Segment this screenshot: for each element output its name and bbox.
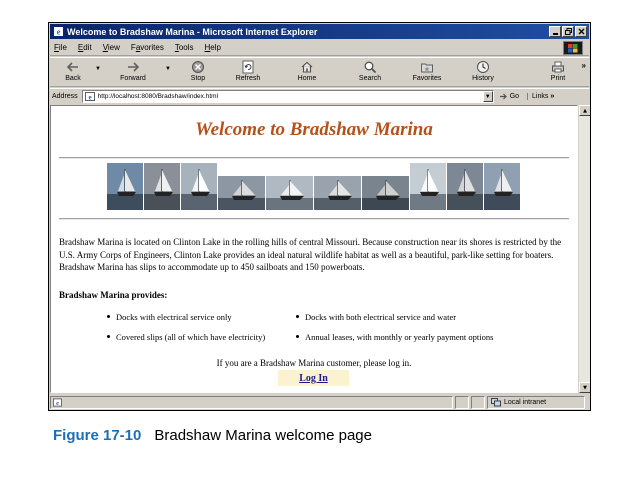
vertical-scrollbar[interactable]: ▲ ▼ [578, 105, 590, 393]
svg-text:e: e [88, 94, 91, 102]
address-url: http://localhost:8080/Bradshaw/index.htm… [97, 93, 219, 100]
scroll-down-icon[interactable]: ▼ [579, 382, 590, 393]
forward-dropdown-icon[interactable]: ▼ [165, 66, 171, 72]
svg-text:e: e [56, 400, 59, 407]
home-button[interactable]: Home [284, 58, 330, 87]
back-button[interactable]: Back ▼ [52, 58, 101, 87]
forward-arrow-icon [128, 62, 140, 72]
menu-favorites[interactable]: Favorites [131, 43, 164, 52]
menu-help[interactable]: Help [205, 43, 221, 52]
go-button[interactable]: Go [499, 92, 519, 101]
intro-paragraph: Bradshaw Marina is located on Clinton La… [59, 237, 562, 272]
features-left-list: Docks with electrical service only Cover… [107, 312, 265, 352]
back-arrow-icon [66, 62, 78, 72]
sailboat-photo [447, 163, 483, 210]
search-icon [364, 61, 377, 74]
print-icon [552, 61, 564, 73]
menu-view[interactable]: View [103, 43, 120, 52]
menu-file[interactable]: File [54, 43, 67, 52]
status-bar: e Local intranet [50, 394, 589, 410]
figure-text: Bradshaw Marina welcome page [154, 427, 372, 444]
links-button[interactable]: Links » [527, 93, 554, 100]
sailboat-photo [266, 176, 313, 210]
page-status-icon: e [53, 397, 62, 407]
restore-icon [564, 28, 572, 35]
sailboat-photo [484, 163, 520, 210]
sailboat-photo [218, 176, 265, 210]
status-main: e [50, 395, 453, 409]
close-icon [578, 28, 584, 35]
divider-bottom [59, 218, 569, 220]
page-content: Welcome to Bradshaw Marina Bradshaw Mari… [50, 105, 578, 393]
print-button[interactable]: Print [538, 58, 578, 87]
address-label: Address [52, 93, 78, 100]
standard-toolbar: Back ▼ Forward ▼ Stop Refresh Home Searc… [50, 57, 589, 87]
login-button[interactable]: Log In [278, 370, 349, 386]
stop-button[interactable]: Stop [179, 58, 217, 87]
intranet-icon [491, 397, 501, 406]
address-bar: Address e http://localhost:8080/Bradshaw… [50, 88, 589, 104]
status-cell [455, 395, 469, 409]
browser-window: e Welcome to Bradshaw Marina - Microsoft… [48, 22, 591, 411]
divider-top [59, 157, 569, 159]
provides-heading: Bradshaw Marina provides: [59, 290, 168, 300]
refresh-button[interactable]: Refresh [224, 58, 272, 87]
figure-number: Figure 17-10 [53, 427, 142, 444]
restore-button[interactable] [562, 26, 574, 37]
refresh-icon [242, 60, 254, 74]
sailboat-photo [181, 163, 217, 210]
svg-text:e: e [57, 28, 61, 37]
sailboat-photo [144, 163, 180, 210]
go-arrow-icon [499, 93, 507, 100]
address-dropdown-icon[interactable]: ▼ [482, 91, 493, 102]
minimize-button[interactable] [549, 26, 561, 37]
feature-item: Docks with both electrical service and w… [296, 312, 493, 332]
favorites-button[interactable]: Favorites [400, 58, 454, 87]
features-right-list: Docks with both electrical service and w… [296, 312, 493, 352]
sailboat-photo [410, 163, 446, 210]
page-icon: e [84, 92, 95, 102]
history-button[interactable]: History [460, 58, 506, 87]
feature-item: Docks with electrical service only [107, 312, 265, 332]
feature-item: Annual leases, with monthly or yearly pa… [296, 332, 493, 352]
menu-bar: File Edit View Favorites Tools Help [50, 40, 589, 56]
close-button[interactable] [575, 26, 587, 37]
search-button[interactable]: Search [344, 58, 396, 87]
menu-tools[interactable]: Tools [175, 43, 194, 52]
figure-caption: Figure 17-10 Bradshaw Marina welcome page [53, 427, 372, 444]
home-icon [301, 61, 313, 73]
ie-page-icon: e [54, 27, 63, 37]
status-cell [471, 395, 485, 409]
window-title: Welcome to Bradshaw Marina - Microsoft I… [67, 26, 318, 37]
scroll-up-icon[interactable]: ▲ [579, 105, 590, 116]
feature-item: Covered slips (all of which have electri… [107, 332, 265, 352]
stop-icon [192, 61, 204, 73]
toolbar-overflow-icon[interactable]: » [582, 61, 586, 70]
minimize-icon [552, 33, 558, 35]
title-bar[interactable]: e Welcome to Bradshaw Marina - Microsoft… [50, 24, 589, 39]
zone-indicator: Local intranet [487, 395, 585, 409]
sailboat-photo [362, 176, 409, 210]
back-dropdown-icon[interactable]: ▼ [95, 66, 101, 72]
customer-message: If you are a Bradshaw Marina customer, p… [216, 358, 412, 368]
favorites-icon [421, 63, 433, 73]
address-input[interactable]: e http://localhost:8080/Bradshaw/index.h… [81, 90, 494, 103]
forward-button[interactable]: Forward ▼ [102, 58, 171, 87]
links-chevron-icon: » [550, 93, 555, 100]
photo-strip [107, 163, 520, 210]
menu-edit[interactable]: Edit [78, 43, 92, 52]
windows-logo-icon [563, 41, 583, 55]
sailboat-photo [107, 163, 143, 210]
history-icon [477, 61, 489, 73]
page-title: Welcome to Bradshaw Marina [195, 119, 433, 140]
sailboat-photo [314, 176, 361, 210]
